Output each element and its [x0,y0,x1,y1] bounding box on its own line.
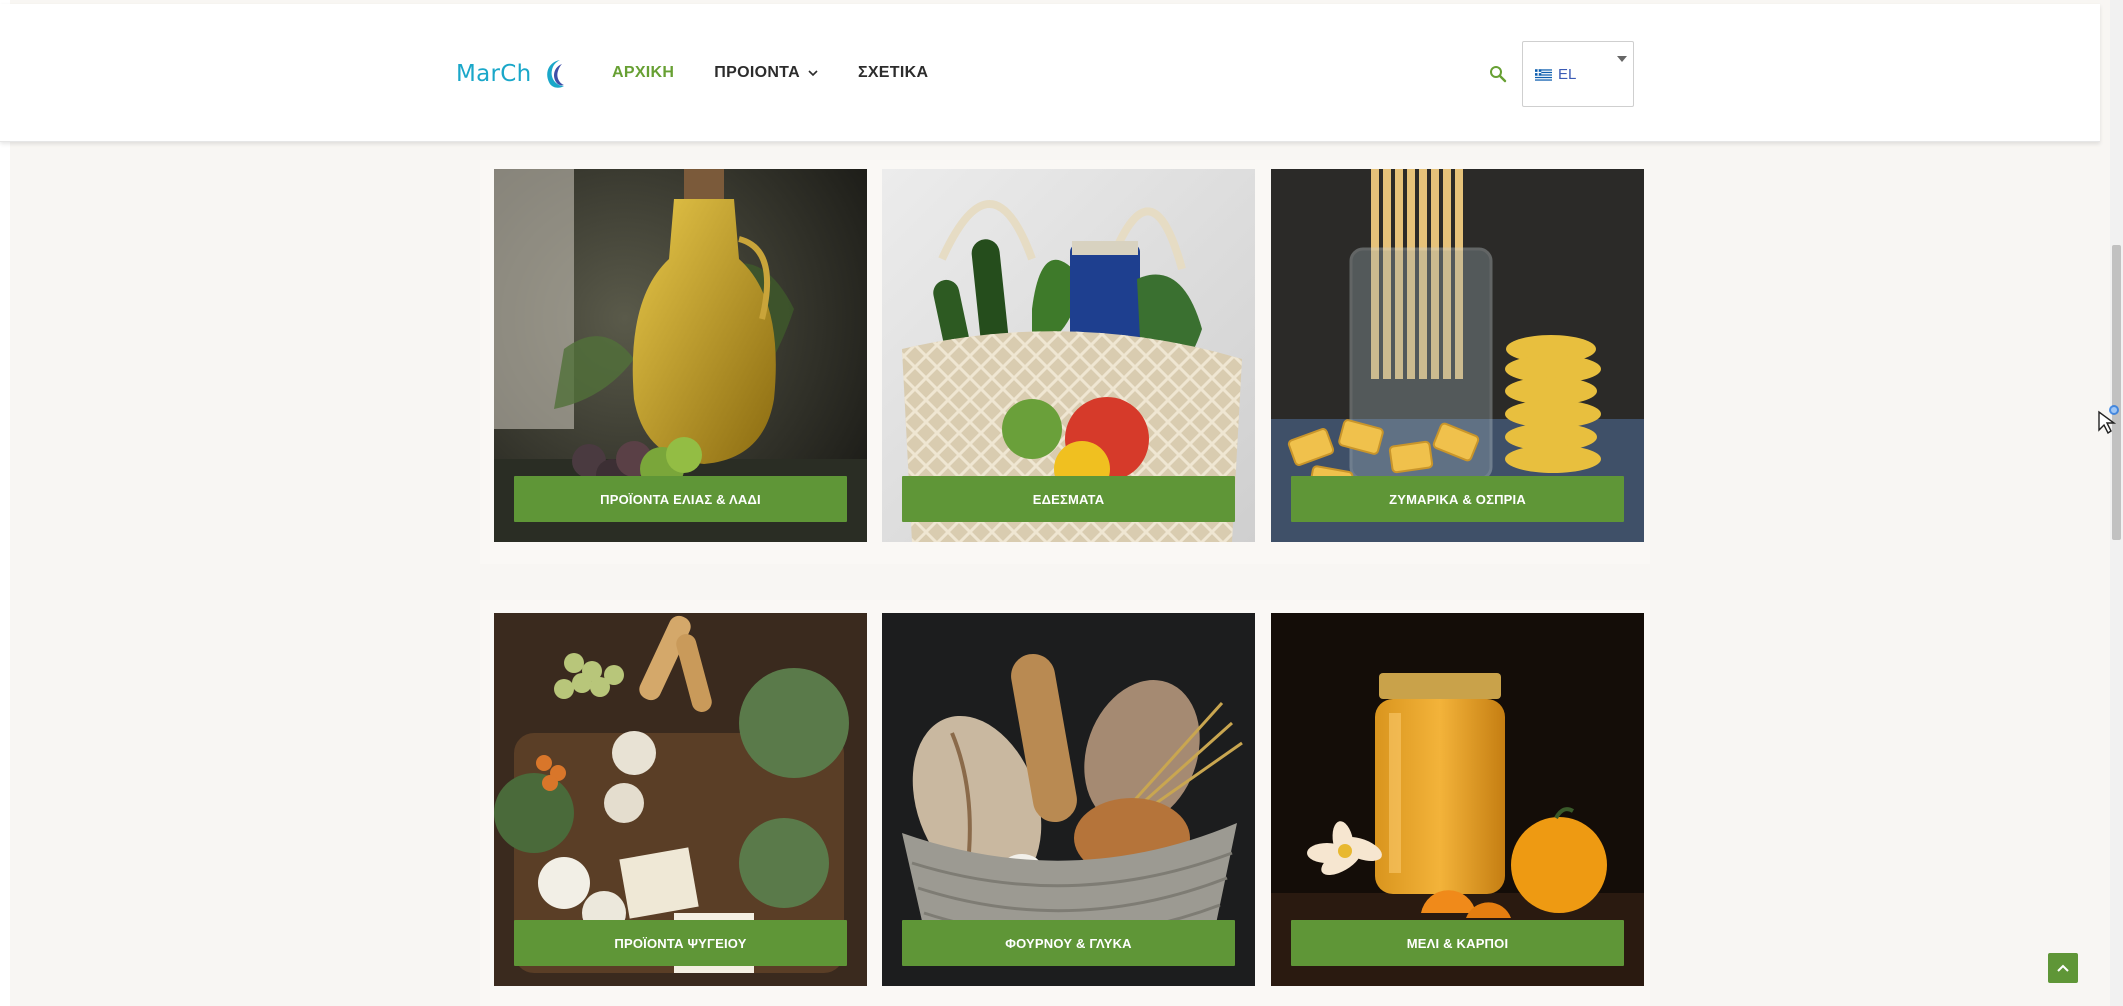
language-code: EL [1558,66,1577,83]
main-nav: ΑΡΧΙΚΗ ΠΡΟΙΟΝΤΑ ΣΧΕΤΙΚΑ [612,64,968,82]
search-icon[interactable] [1488,64,1508,84]
greek-flag-icon [1535,69,1552,81]
category-card-olive-oil[interactable]: ΠΡΟΪΟΝΤΑ ΕΛΙΑΣ & ΛΑΔΙ [494,169,867,542]
scrollbar-thumb[interactable] [2112,245,2121,540]
category-card-bakery[interactable]: ΦΟΥΡΝΟΥ & ΓΛΥΚΑ [882,613,1255,986]
category-card-pasta[interactable]: ΖΥΜΑΡΙΚΑ & ΟΣΠΡΙΑ [1271,169,1644,542]
category-button-honey[interactable]: ΜΕΛΙ & ΚΑΡΠΟΙ [1291,920,1624,966]
nav-item-home[interactable]: ΑΡΧΙΚΗ [612,64,674,82]
site-logo[interactable]: MarCh [456,54,568,94]
category-button-groceries[interactable]: ΕΔΕΣΜΑΤΑ [902,476,1235,522]
chevron-down-icon [808,70,818,77]
category-card-honey[interactable]: ΜΕΛΙ & ΚΑΡΠΟΙ [1271,613,1644,986]
category-button-dairy[interactable]: ΠΡΟΪΟΝΤΑ ΨΥΓΕΙΟΥ [514,920,847,966]
mouse-cursor-icon [2098,405,2119,434]
crescent-logo-icon [546,60,564,88]
nav-item-products[interactable]: ΠΡΟΙΟΝΤΑ [714,64,818,82]
scroll-to-top-button[interactable] [2048,953,2078,983]
site-header: MarCh ΑΡΧΙΚΗ ΠΡΟΙΟΝΤΑ ΣΧΕΤΙΚΑ EL [0,4,2100,142]
category-card-groceries[interactable]: ΕΔΕΣΜΑΤΑ [882,169,1255,542]
nav-item-label: ΣΧΕΤΙΚΑ [857,64,929,81]
category-button-olive-oil[interactable]: ΠΡΟΪΟΝΤΑ ΕΛΙΑΣ & ΛΑΔΙ [514,476,847,522]
language-selector[interactable]: EL [1522,41,1634,107]
logo-text: MarCh [456,61,532,87]
category-button-bakery[interactable]: ΦΟΥΡΝΟΥ & ΓΛΥΚΑ [902,920,1235,966]
nav-item-label: ΑΡΧΙΚΗ [612,64,675,81]
category-card-dairy[interactable]: ΠΡΟΪΟΝΤΑ ΨΥΓΕΙΟΥ [494,613,867,986]
chevron-up-icon [2057,964,2069,972]
category-button-pasta[interactable]: ΖΥΜΑΡΙΚΑ & ΟΣΠΡΙΑ [1291,476,1624,522]
caret-down-icon [1617,56,1627,62]
nav-item-label: ΠΡΟΙΟΝΤΑ [714,64,800,81]
nav-item-about[interactable]: ΣΧΕΤΙΚΑ [858,64,928,82]
